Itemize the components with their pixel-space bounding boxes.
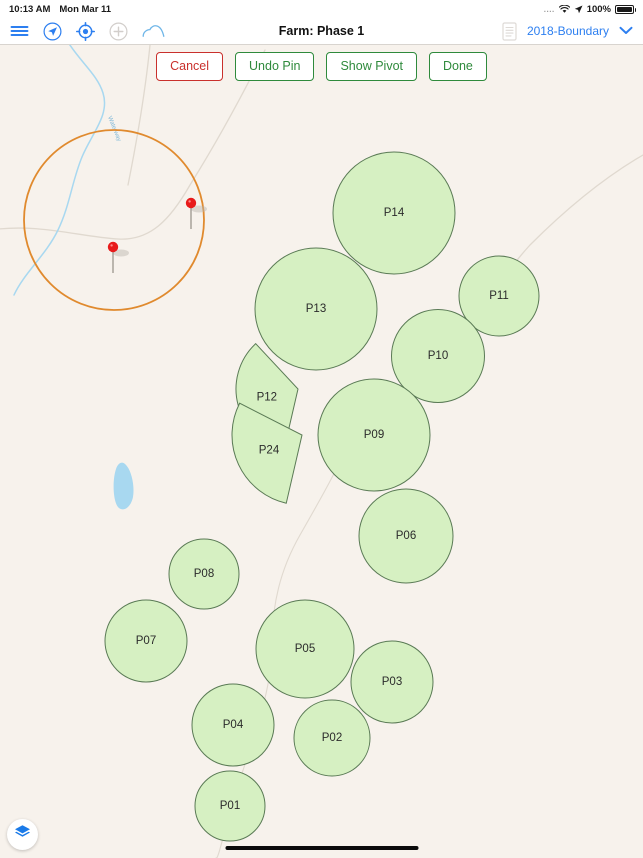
pivot-circle-shape [104,599,188,683]
action-button-bar: Cancel Undo Pin Show Pivot Done [0,52,643,81]
home-indicator [225,846,418,850]
pivot-P06[interactable]: P06 [358,488,454,584]
pivot-circle-shape [358,488,454,584]
map-pin-2[interactable] [107,241,129,273]
battery-full-icon [615,4,636,14]
battery-percent: 100% [586,3,611,15]
boundary-circle[interactable] [23,129,205,311]
pivot-P14[interactable]: P14 [332,151,456,275]
pin-head [185,197,197,209]
pivot-circle-shape [293,699,371,777]
pin-highlight [110,244,113,247]
pivot-P03[interactable]: P03 [350,640,434,724]
signal-dots-icon: .... [543,4,555,14]
chevron-down-icon[interactable] [619,25,633,37]
water-layer: Waterway [13,45,134,510]
pivot-P07[interactable]: P07 [104,599,188,683]
nav-bar-left-tools [10,21,165,41]
pivot-P02[interactable]: P02 [293,699,371,777]
pivot-circle-shape [350,640,434,724]
map-canvas[interactable]: Waterway P14 P13 P11 P10 P09 P12 P24 P06 P08 P07 P… [0,45,643,858]
pivot-P08[interactable]: P08 [168,538,240,610]
boundary-selector-label[interactable]: 2018-Boundary [527,24,609,38]
layers-stack-icon [14,824,31,845]
map-vector-layer: Waterway P14P13P11P10P09P12P24P06P08P07P… [0,45,643,858]
pivot-P13[interactable]: P13 [254,247,378,371]
done-button[interactable]: Done [429,52,487,81]
pivot-P05[interactable]: P05 [255,599,355,699]
undo-pin-button[interactable]: Undo Pin [235,52,315,81]
pivot-circle-shape [332,151,456,275]
pivot-circle-shape [254,247,378,371]
pivot-circle-shape [168,538,240,610]
show-pivot-button[interactable]: Show Pivot [326,52,417,81]
status-bar-right: .... 100% [543,3,636,15]
pivot-P09[interactable]: P09 [317,378,431,492]
status-bar-time: 10:13 AM [9,3,51,15]
app-root: 10:13 AM Mon Mar 11 .... 100% Farm: Phas… [0,0,643,858]
cancel-button[interactable]: Cancel [156,52,224,81]
plus-circle-icon[interactable] [109,22,128,41]
status-bar-left: 10:13 AM Mon Mar 11 [9,4,111,15]
status-bar: 10:13 AM Mon Mar 11 .... 100% [0,0,643,18]
document-notes-icon[interactable] [502,21,517,41]
status-bar-date: Mon Mar 11 [59,3,112,15]
pivot-P04[interactable]: P04 [191,683,275,767]
wifi-icon [558,4,570,14]
pivot-circle-shape [317,378,431,492]
pivot-circle-shape [255,599,355,699]
layers-button[interactable] [7,819,38,850]
navigate-arrow-icon[interactable] [43,22,62,41]
pin-highlight [188,200,191,203]
pivot-circle-shape [191,683,275,767]
pivot-P01[interactable]: P01 [194,770,266,842]
pivot-circle-shape [194,770,266,842]
cloud-icon[interactable] [142,24,165,39]
nav-bar: Farm: Phase 1 2018-Boundary [0,18,643,45]
nav-bar-right-tools: 2018-Boundary [502,21,633,41]
pond-shape [113,462,134,510]
pin-head [107,241,119,253]
waterway-label: Waterway [106,116,121,143]
waterway-line [13,45,106,296]
crosshair-target-icon[interactable] [76,21,95,41]
map-pins-layer [107,197,207,273]
boundary-circle-layer [23,129,205,311]
location-arrow-icon [574,5,583,14]
hamburger-menu-icon[interactable] [10,24,29,38]
